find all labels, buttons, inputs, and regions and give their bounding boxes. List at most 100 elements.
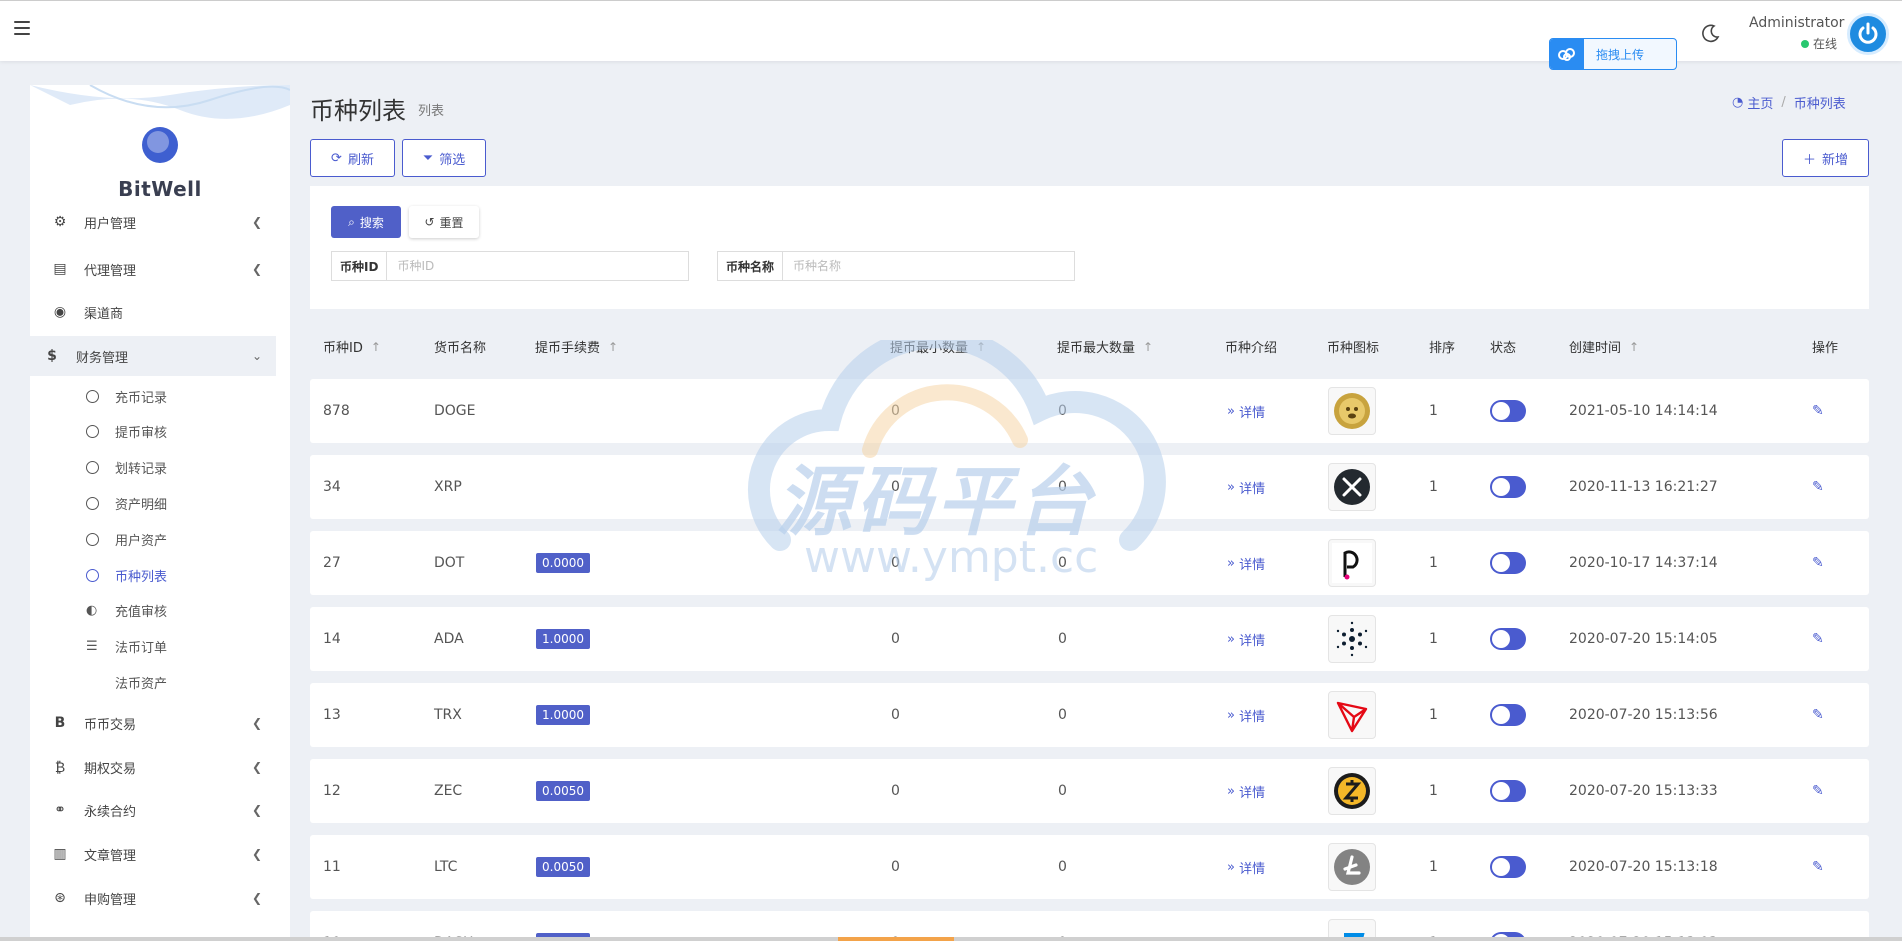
online-dot-icon — [1801, 39, 1809, 48]
filter-button[interactable]: ⏷ 筛选 — [402, 139, 486, 177]
sidebar-subitem-asset-details[interactable]: 资产明细 — [86, 488, 167, 518]
coin-name-input[interactable] — [783, 252, 1074, 280]
sidebar-item-subscription[interactable]: ⊛ 申购管理 ❮ — [30, 878, 276, 918]
user-name[interactable]: Administrator — [1749, 15, 1844, 31]
search-button[interactable]: ⌕ 搜索 — [331, 206, 401, 238]
cell-max: 0 — [1058, 859, 1067, 875]
th-currency-name: 货币名称 — [434, 337, 486, 356]
status-toggle[interactable] — [1490, 780, 1526, 802]
filter-label: 筛选 — [439, 152, 466, 168]
cell-created: 2020-10-17 14:37:14 — [1569, 555, 1718, 571]
status-toggle[interactable] — [1490, 856, 1526, 878]
sidebar-subitem-recharge-review[interactable]: ◐ 充值审核 — [86, 595, 167, 625]
add-label: 新增 — [1822, 152, 1849, 168]
table-row: 13 TRX 1.0000 0 0 » 详情 1 2020-07-20 15:1… — [310, 683, 1869, 747]
th-label: 创建时间 — [1569, 341, 1622, 356]
edit-icon[interactable]: ✎ — [1812, 479, 1824, 495]
sidebar-subitem-deposit-records[interactable]: 充币记录 — [86, 381, 167, 411]
sidebar-item-articles[interactable]: ▥ 文章管理 ❮ — [30, 834, 276, 874]
sidebar-item-label: 文章管理 — [84, 848, 137, 864]
edit-icon[interactable]: ✎ — [1812, 859, 1824, 875]
sort-up-icon: ↑ — [370, 339, 381, 354]
th-withdraw-max[interactable]: 提币最大数量 ↑ — [1057, 337, 1153, 357]
dashboard-icon: ◔ — [1732, 95, 1744, 110]
sort-up-icon: ↑ — [608, 339, 619, 354]
th-withdraw-min[interactable]: 提币最小数量 ↑ — [890, 337, 986, 357]
th-created-time[interactable]: 创建时间 ↑ — [1569, 337, 1639, 357]
sidebar-item-label: 财务管理 — [76, 350, 129, 366]
detail-link[interactable]: » 详情 — [1227, 379, 1265, 443]
cell-fee: 0.0050 — [536, 835, 590, 899]
th-label: 提币最大数量 — [1057, 341, 1136, 356]
sidebar-subitem-withdraw-review[interactable]: 提币审核 — [86, 416, 167, 446]
sidebar-item-options-trading[interactable]: ₿ 期权交易 ❮ — [30, 747, 276, 787]
sidebar-subitem-fiat-orders[interactable]: ☰ 法币订单 — [86, 631, 167, 661]
detail-link[interactable]: » 详情 — [1227, 683, 1265, 747]
status-toggle[interactable] — [1490, 704, 1526, 726]
sidebar-item-agent-management[interactable]: ▤ 代理管理 ❮ — [30, 249, 276, 289]
sidebar-item-perpetual[interactable]: ⚭ 永续合约 ❮ — [30, 790, 276, 830]
fee-badge: 1.0000 — [536, 705, 590, 725]
cell-action: ✎ — [1812, 759, 1824, 823]
detail-link[interactable]: » 详情 — [1227, 607, 1265, 671]
status-toggle[interactable] — [1490, 476, 1526, 498]
edit-icon[interactable]: ✎ — [1812, 707, 1824, 723]
cell-status — [1490, 531, 1526, 595]
detail-label: 详情 — [1239, 481, 1266, 497]
chevron-left-icon: ❮ — [251, 891, 262, 905]
subitem-label: 充币记录 — [115, 390, 168, 406]
edit-icon[interactable]: ✎ — [1812, 783, 1824, 799]
status-toggle[interactable] — [1490, 400, 1526, 422]
reset-button[interactable]: ↺ 重置 — [409, 206, 479, 238]
add-button[interactable]: ＋ 新增 — [1782, 139, 1869, 177]
status-toggle[interactable] — [1490, 628, 1526, 650]
cell-action: ✎ — [1812, 835, 1824, 899]
refresh-button[interactable]: ⟳ 刷新 — [310, 139, 395, 177]
refresh-icon: ⟳ — [331, 150, 342, 166]
drag-upload-button[interactable]: 拖拽上传 — [1549, 38, 1677, 70]
double-chevron-right-icon: » — [1227, 783, 1240, 799]
th-coin-id[interactable]: 币种ID ↑ — [323, 337, 381, 357]
detail-link[interactable]: » 详情 — [1227, 455, 1265, 519]
edit-icon[interactable]: ✎ — [1812, 403, 1824, 419]
search-icon: ⌕ — [348, 214, 355, 229]
sidebar-subitem-transfer-records[interactable]: 划转记录 — [86, 452, 167, 482]
cell-min: 0 — [891, 783, 900, 799]
avatar[interactable] — [1847, 13, 1889, 55]
cell-coin-icon — [1328, 759, 1376, 823]
th-label: 状态 — [1490, 341, 1517, 356]
detail-link[interactable]: » 详情 — [1227, 835, 1265, 899]
sidebar-item-user-management[interactable]: ⚙ 用户管理 ❮ — [30, 207, 276, 237]
ada-coin-icon — [1328, 615, 1376, 663]
edit-icon[interactable]: ✎ — [1812, 555, 1824, 571]
cell-status — [1490, 607, 1526, 671]
edit-icon[interactable]: ✎ — [1812, 631, 1824, 647]
cell-id: 12 — [323, 783, 341, 799]
undo-icon: ↺ — [424, 215, 435, 229]
moon-icon[interactable] — [1701, 23, 1721, 43]
sidebar-subitem-fiat-assets[interactable]: 法币资产 — [86, 667, 167, 697]
cell-action: ✎ — [1812, 455, 1824, 519]
sidebar-item-channel[interactable]: ◉ 渠道商 — [30, 292, 276, 332]
detail-link[interactable]: » 详情 — [1227, 531, 1265, 595]
sidebar-subitem-coin-list[interactable]: 币种列表 — [86, 560, 167, 590]
sidebar-item-spot-trading[interactable]: B 币币交易 ❮ — [30, 703, 276, 743]
logo-text: BitWell — [118, 177, 202, 201]
sidebar-item-finance[interactable]: $ 财务管理 ⌄ — [30, 336, 276, 376]
menu-toggle-icon[interactable] — [14, 21, 30, 35]
cell-status — [1490, 683, 1526, 747]
coin-id-input[interactable] — [387, 252, 688, 280]
scrollbar-thumb[interactable] — [838, 937, 954, 941]
status-toggle[interactable] — [1490, 552, 1526, 574]
sidebar-subitem-user-assets[interactable]: 用户资产 — [86, 524, 167, 554]
breadcrumb-home[interactable]: 主页 — [1747, 93, 1773, 112]
cell-action: ✎ — [1812, 683, 1824, 747]
cell-action: ✎ — [1812, 379, 1824, 443]
coin-id-field: 币种ID — [331, 251, 689, 281]
reset-label: 重置 — [439, 215, 464, 230]
th-label: 币种ID — [323, 341, 363, 356]
th-withdraw-fee[interactable]: 提币手续费 ↑ — [535, 337, 619, 357]
search-label: 搜索 — [359, 215, 384, 230]
half-circle-icon: ◐ — [86, 602, 98, 618]
detail-link[interactable]: » 详情 — [1227, 759, 1265, 823]
